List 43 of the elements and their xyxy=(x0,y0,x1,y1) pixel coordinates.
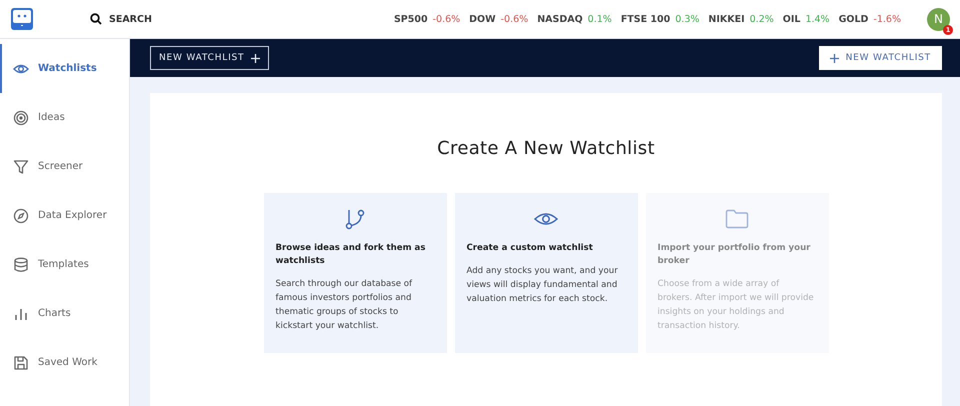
option-card[interactable]: Create a custom watchlist Add any stocks you want, and your views will display fundamental and valuation metrics for each stock. xyxy=(454,193,638,353)
plus-icon xyxy=(251,54,260,62)
ticker-name: NIKKEI xyxy=(708,14,745,24)
sidebar-item[interactable]: Saved Work xyxy=(0,338,129,387)
card-title: Create a custom watchlist xyxy=(466,242,593,255)
robot-logo-icon[interactable] xyxy=(11,8,33,30)
new-watchlist-button[interactable]: NEW WATCHLIST xyxy=(150,46,270,70)
option-card[interactable]: Browse ideas and fork them as watchlists Search through our database of famous investors portfolios and thematic groups of stocks to kickstart your watchlist. xyxy=(264,193,446,353)
database-icon xyxy=(13,256,29,272)
ticker-change: -0.6% xyxy=(432,14,460,24)
sidebar-item[interactable]: Data Explorer xyxy=(0,191,129,240)
compass-icon xyxy=(13,208,29,224)
sidebar-item[interactable]: Screener xyxy=(0,142,129,191)
target-icon xyxy=(13,110,29,126)
page-title: Create A New Watchlist xyxy=(437,138,655,159)
card-title: Browse ideas and fork them as watchlists xyxy=(276,242,426,268)
sidebar-item[interactable]: Charts xyxy=(0,289,129,338)
branch-icon xyxy=(344,208,366,230)
card-description: Search through our database of famous investors portfolios and thematic groups of stocks to kickstart your watchlist. xyxy=(276,278,414,333)
sidebar-item[interactable]: Ideas xyxy=(0,93,129,142)
ticker-name: SP500 xyxy=(394,14,428,24)
ticker-name: NASDAQ xyxy=(537,14,583,24)
card-description: Choose from a wide array of brokers. After import we will provide insights on your holdings and transaction history. xyxy=(658,278,815,333)
ticker-change: 0.3% xyxy=(675,14,700,24)
search-button[interactable]: SEARCH xyxy=(90,13,152,25)
ticker-change: -1.6% xyxy=(873,14,901,24)
new-watchlist-button[interactable]: NEW WATCHLIST xyxy=(818,46,942,70)
sidebar-item[interactable]: Templates xyxy=(0,240,129,289)
ticker-change: -0.6% xyxy=(500,14,528,24)
folder-icon xyxy=(725,208,749,230)
ticker-name: DOW xyxy=(469,14,496,24)
ticker-change: 1.4% xyxy=(805,14,830,24)
ticker-name: OIL xyxy=(782,14,800,24)
ticker-name: FTSE 100 xyxy=(620,14,670,24)
save-icon xyxy=(13,354,29,370)
ticker-change: 0.2% xyxy=(750,14,774,24)
filter-icon xyxy=(13,158,29,174)
card-description: Add any stocks you want, and your views will display fundamental and valuation metrics for each stock. xyxy=(466,265,619,306)
search-icon xyxy=(90,13,102,25)
card-title: Import your portfolio from your broker xyxy=(658,242,812,268)
plus-icon xyxy=(830,54,839,62)
ticker-change: 0.1% xyxy=(588,14,612,24)
ticker-name: GOLD xyxy=(838,14,868,24)
